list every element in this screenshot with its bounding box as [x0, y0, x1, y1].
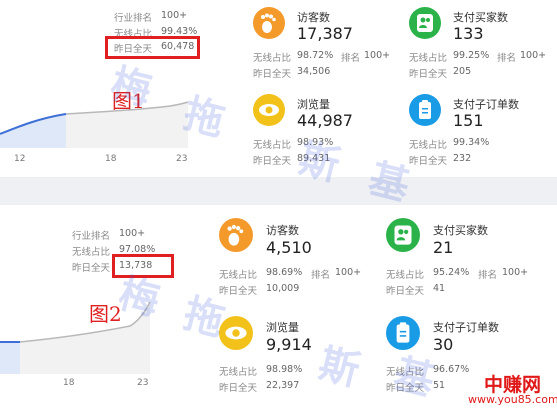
users-icon [386, 218, 420, 252]
visitors-wireless-value: 98.69% [266, 267, 303, 278]
x-tick-2: 18 [105, 154, 117, 164]
orders-yesterday-value: 232 [453, 153, 472, 164]
yesterday-label: 昨日全天 [72, 263, 111, 274]
industry-rank-value: 100+ [161, 10, 188, 21]
buyers-value: 133 [453, 24, 484, 43]
pageviews-wireless-label: 无线占比 [253, 140, 292, 151]
footprint-icon [253, 7, 285, 39]
visitors-wireless-value: 98.72% [297, 50, 334, 61]
wireless-share-label: 无线占比 [72, 247, 111, 258]
pageviews-yesterday-label: 昨日全天 [219, 383, 258, 394]
buyers-yesterday-value: 41 [433, 283, 446, 294]
trend-area [0, 342, 20, 374]
orders-title: 支付子订单数 [433, 321, 499, 334]
buyers-yesterday-value: 205 [453, 66, 472, 77]
industry-rank-label: 行业排名 [72, 231, 111, 242]
buyers-value: 21 [433, 238, 454, 257]
pageviews-yesterday-label: 昨日全天 [253, 156, 292, 167]
buyers-title: 支付买家数 [433, 224, 488, 237]
buyers-title: 支付买家数 [453, 11, 508, 24]
orders-yesterday-value: 51 [433, 380, 446, 391]
buyers-wireless-value: 99.25% [453, 50, 490, 61]
pageviews-value: 9,914 [266, 335, 312, 354]
trend-chart [0, 101, 189, 148]
site-url: www.you85.com [468, 393, 557, 406]
x-tick-1: 18 [63, 378, 75, 388]
orders-value: 151 [453, 111, 484, 130]
pageviews-wireless-label: 无线占比 [219, 367, 258, 378]
orders-wireless-value: 96.67% [433, 364, 470, 375]
buyers-wireless-label: 无线占比 [386, 270, 425, 281]
buyers-rank-label: 排名 [478, 270, 498, 281]
x-tick-1: 12 [14, 154, 26, 164]
visitors-title: 访客数 [297, 11, 330, 24]
industry-rank-value: 100+ [119, 228, 146, 239]
buyers-wireless-label: 无线占比 [409, 53, 448, 64]
buyers-rank-label: 排名 [497, 53, 517, 64]
visitors-yesterday-value: 10,009 [266, 283, 300, 294]
users-icon [409, 7, 441, 39]
panel-2: 行业排名 100+ 无线占比 97.08% 昨日全天 13,738 图2 18 … [0, 206, 557, 409]
orders-wireless-value: 99.34% [453, 137, 490, 148]
orders-wireless-label: 无线占比 [409, 140, 448, 151]
visitors-rank-label: 排名 [311, 270, 331, 281]
visitors-wireless-label: 无线占比 [253, 53, 292, 64]
buyers-rank-value: 100+ [520, 50, 547, 61]
visitors-value: 4,510 [266, 238, 312, 257]
eye-icon [253, 94, 285, 126]
visitors-wireless-label: 无线占比 [219, 270, 258, 281]
panel-1: 行业排名 100+ 无线占比 99.43% 昨日全天 60,478 图1 12 … [0, 0, 557, 176]
buyers-wireless-value: 95.24% [433, 267, 470, 278]
buyers-rank-value: 100+ [502, 267, 529, 278]
pageviews-title: 浏览量 [297, 98, 330, 111]
pageviews-title: 浏览量 [266, 321, 299, 334]
visitors-rank-value: 100+ [335, 267, 362, 278]
visitors-yesterday-label: 昨日全天 [253, 69, 292, 80]
pageviews-wireless-value: 98.98% [266, 364, 303, 375]
pageviews-yesterday-value: 22,397 [266, 380, 300, 391]
visitors-rank-label: 排名 [341, 53, 361, 64]
visitors-value: 17,387 [297, 24, 353, 43]
visitors-title: 访客数 [266, 224, 299, 237]
pageviews-value: 44,987 [297, 111, 353, 130]
orders-title: 支付子订单数 [453, 98, 519, 111]
footprint-icon [219, 218, 253, 252]
x-tick-2: 23 [137, 378, 149, 388]
eye-icon [219, 316, 253, 350]
clipboard-icon [409, 94, 441, 126]
section-divider [0, 177, 557, 205]
buyers-yesterday-label: 昨日全天 [386, 286, 425, 297]
industry-rank-label: 行业排名 [114, 13, 153, 24]
visitors-rank-value: 100+ [364, 50, 391, 61]
buyers-yesterday-label: 昨日全天 [409, 69, 448, 80]
visitors-yesterday-value: 34,506 [297, 66, 331, 77]
x-tick-3: 23 [176, 154, 188, 164]
